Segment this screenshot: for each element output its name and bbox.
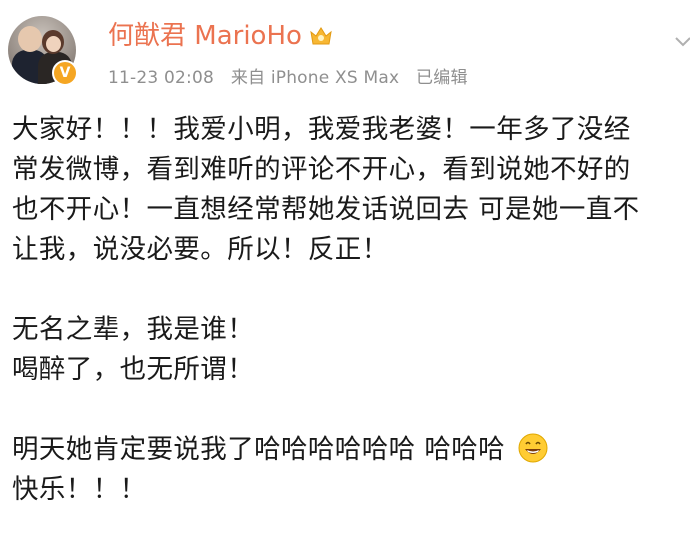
post-text-line: 也不开心！一直想经常帮她发话说回去 可是她一直不	[12, 194, 640, 225]
member-crown-icon	[310, 27, 332, 45]
post-timestamp[interactable]: 11-23 02:08	[108, 68, 214, 88]
post-text-line: 快乐！！！	[12, 474, 147, 505]
avatar[interactable]: V	[8, 16, 78, 86]
post-content: 大家好！！！我爱小明，我爱我老婆！一年多了没经 常发微博，看到难听的评论不开心，…	[12, 110, 690, 510]
grinning-face-emoji-icon	[518, 433, 548, 463]
verified-badge-icon: V	[52, 60, 78, 86]
post-text-line: 喝醉了，也无所谓！	[12, 354, 255, 385]
post-text-line: 大家好！！！我爱小明，我爱我老婆！一年多了没经	[12, 114, 631, 145]
post-text-line: 无名之辈，我是谁！	[12, 314, 255, 345]
post-text-line: 让我，说没必要。所以！反正！	[12, 234, 389, 265]
post-text-line: 常发微博，看到难听的评论不开心，看到说她不好的	[12, 154, 631, 185]
post-source: 来自 iPhone XS Max	[230, 68, 400, 88]
chevron-down-icon[interactable]	[670, 28, 690, 54]
post-meta: 11-23 02:08 来自 iPhone XS Max 已编辑	[108, 66, 468, 90]
post-text-line: 明天她肯定要说我了哈哈哈哈哈哈 哈哈哈	[12, 434, 506, 465]
username-link[interactable]: 何猷君 MarioHo	[108, 20, 302, 52]
post-text-line-with-emoji: 明天她肯定要说我了哈哈哈哈哈哈 哈哈哈	[12, 430, 690, 470]
username-row: 何猷君 MarioHo	[108, 20, 334, 52]
post-header: V 何猷君 MarioHo 11-23 02:08 来自 iPhone XS M…	[0, 0, 690, 100]
edited-label[interactable]: 已编辑	[416, 68, 468, 88]
